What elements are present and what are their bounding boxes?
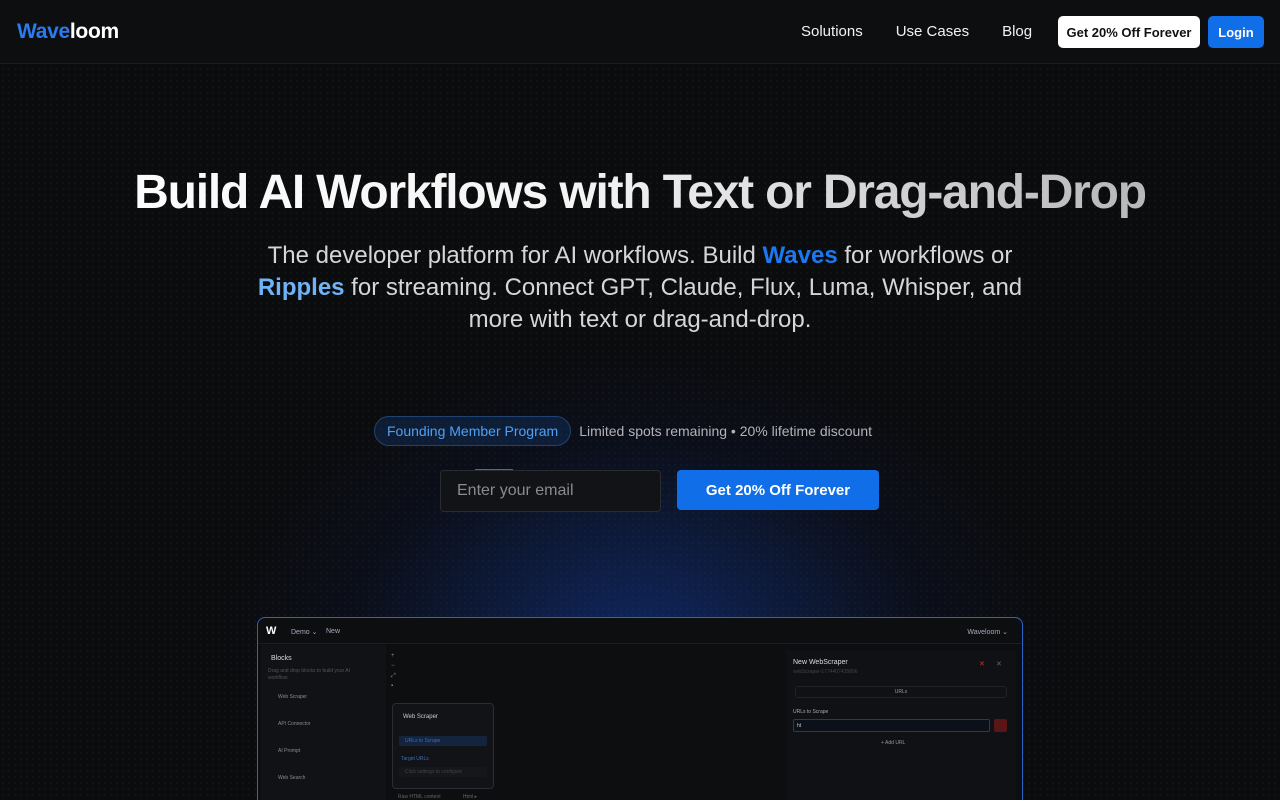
preview-block-ai-prompt: AI Prompt [278,748,301,754]
preview-zoom-tools: + − ⤢ ▪ [391,653,396,689]
hero-title: Build AI Workflows with Text or Drag-and… [0,165,1280,220]
top-navbar: Waveloom Solutions Use Cases Blog Get 20… [0,0,1280,64]
preview-block-api-connector: API Connector [278,721,311,727]
preview-workspace-label: Demo [291,629,310,636]
hero-subtitle: The developer platform for AI workflows.… [230,240,1050,336]
preview-node-row-target: Target URLs [401,756,429,762]
brand-logo-part1: Wave [17,20,70,43]
brand-logo[interactable]: Waveloom [17,20,119,44]
preview-sidebar: Blocks Drag and drop blocks to build you… [261,645,386,800]
preview-node-title: Web Scraper [403,714,438,720]
preview-node-footer-text: Raw HTML content [398,794,441,800]
hero-sub-text-2: for workflows or [837,242,1013,269]
preview-panel-close-icon: ✕ [996,661,1002,668]
preview-node-row-settings: Click settings to configure [399,767,487,777]
preview-new-button: New [326,628,341,635]
preview-logo-icon: W [266,625,277,637]
preview-topbar: W Demo ⌄ New Waveloom ⌄ [258,618,1022,644]
preview-panel-tab-label: URLs [894,689,908,695]
preview-block-web-search: Web Search [278,775,306,781]
preview-web-scraper-node: Web Scraper URLs to Scrape Target URLs C… [392,703,494,789]
founding-member-note: Limited spots remaining • 20% lifetime d… [579,423,873,439]
preview-panel-delete-icon: ✕ [979,661,985,668]
app-preview: W Demo ⌄ New Waveloom ⌄ Blocks Drag and … [257,617,1023,800]
ripples-highlight: Ripples [257,274,345,301]
preview-account-label: Waveloom [967,629,1001,636]
preview-node-footer-tag: Html [462,794,474,800]
preview-panel-label: URLs to Scrape [793,709,829,715]
preview-sidebar-title: Blocks [271,655,292,662]
brand-logo-part2: loom [69,20,119,43]
hero-sub-text-3: for streaming. Connect GPT, Claude, Flux… [344,274,1023,333]
preview-node-row-urls: URLs to Scrape [399,736,487,746]
nav-link-blog[interactable]: Blog [1002,23,1032,40]
get-discount-button[interactable]: Get 20% Off Forever [677,470,879,510]
preview-panel-id: webScraper-1774407435806 [793,669,858,675]
preview-block-web-scraper: Web Scraper [278,694,308,700]
waves-highlight: Waves [762,242,838,269]
preview-panel-add-url: + Add URL [881,740,906,746]
nav-links: Solutions Use Cases Blog [801,23,1032,40]
hero-sub-text-1: The developer platform for AI workflows.… [267,242,763,269]
founding-member-row: Founding Member Program Limited spots re… [374,416,872,446]
preview-account-menu: Waveloom ⌄ [967,629,1008,636]
nav-link-use-cases[interactable]: Use Cases [896,23,969,40]
preview-node-footer: Raw HTML content Html ▸ [398,794,478,800]
preview-sidebar-desc: Drag and drop blocks to build your AI wo… [268,668,350,681]
login-button[interactable]: Login [1208,16,1264,48]
preview-panel-add-url-label: Add URL [885,740,906,746]
preview-config-panel: New WebScraper webScraper-1774407435806 … [786,650,1016,800]
founding-member-badge: Founding Member Program [374,416,572,446]
nav-promo-button[interactable]: Get 20% Off Forever [1058,16,1200,48]
email-input[interactable] [440,470,661,512]
email-input-focus-accent [475,469,513,470]
preview-panel-trash-icon [994,719,1007,732]
preview-workspace-menu: Demo ⌄ [291,629,318,636]
preview-panel-url-input: ht [793,719,990,732]
nav-link-solutions[interactable]: Solutions [801,23,863,40]
preview-panel-tab-urls: URLs [795,686,1007,698]
preview-panel-title: New WebScraper [793,659,848,666]
